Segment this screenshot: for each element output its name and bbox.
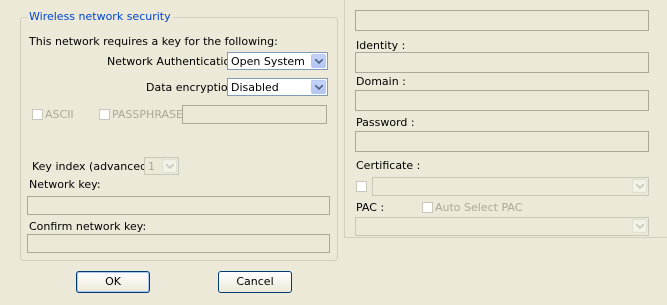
key-index-select[interactable]: 1	[144, 157, 179, 175]
pac-select[interactable]	[355, 217, 649, 236]
identity-label: Identity :	[356, 39, 406, 52]
auto-select-pac-label: Auto Select PAC	[435, 201, 523, 214]
network-authentication-value: Open System	[231, 55, 305, 68]
domain-label: Domain :	[356, 75, 406, 88]
confirm-network-key-field[interactable]	[27, 234, 330, 253]
network-authentication-label: Network Authentication:	[107, 55, 241, 68]
network-key-label: Network key:	[29, 178, 101, 191]
chevron-down-icon[interactable]	[632, 179, 647, 193]
network-key-field[interactable]	[27, 196, 330, 215]
ok-button[interactable]: OK	[76, 271, 150, 293]
key-index-label: Key index (advanced):	[32, 160, 156, 173]
certificate-checkbox[interactable]	[356, 181, 367, 192]
groupbox-title: Wireless network security	[27, 10, 173, 23]
certificate-select[interactable]	[372, 177, 649, 196]
domain-field[interactable]	[355, 90, 649, 111]
chevron-down-icon[interactable]	[311, 80, 326, 94]
certificate-label: Certificate :	[356, 159, 421, 172]
confirm-network-key-label: Confirm network key:	[29, 220, 147, 233]
top-field[interactable]	[355, 10, 649, 31]
network-authentication-select[interactable]: Open System	[227, 52, 328, 70]
chevron-down-icon[interactable]	[162, 159, 177, 173]
identity-field[interactable]	[355, 52, 649, 73]
data-encryption-select[interactable]: Disabled	[227, 78, 328, 96]
password-label: Password :	[356, 116, 415, 129]
ascii-label: ASCII	[45, 108, 74, 121]
passphrase-field[interactable]	[182, 105, 327, 124]
chevron-down-icon[interactable]	[311, 54, 326, 68]
data-encryption-label: Data encryption:	[146, 81, 239, 94]
chevron-down-icon[interactable]	[632, 219, 647, 233]
ascii-checkbox[interactable]	[32, 109, 43, 120]
passphrase-label: PASSPHRASE	[112, 108, 183, 121]
auto-select-pac-checkbox[interactable]	[422, 202, 433, 213]
requirement-text: This network requires a key for the foll…	[29, 35, 278, 48]
cancel-button[interactable]: Cancel	[218, 271, 292, 293]
pac-label: PAC :	[356, 201, 385, 214]
data-encryption-value: Disabled	[231, 81, 279, 94]
key-index-value: 1	[148, 160, 155, 173]
password-field[interactable]	[355, 131, 649, 152]
passphrase-checkbox[interactable]	[99, 109, 110, 120]
